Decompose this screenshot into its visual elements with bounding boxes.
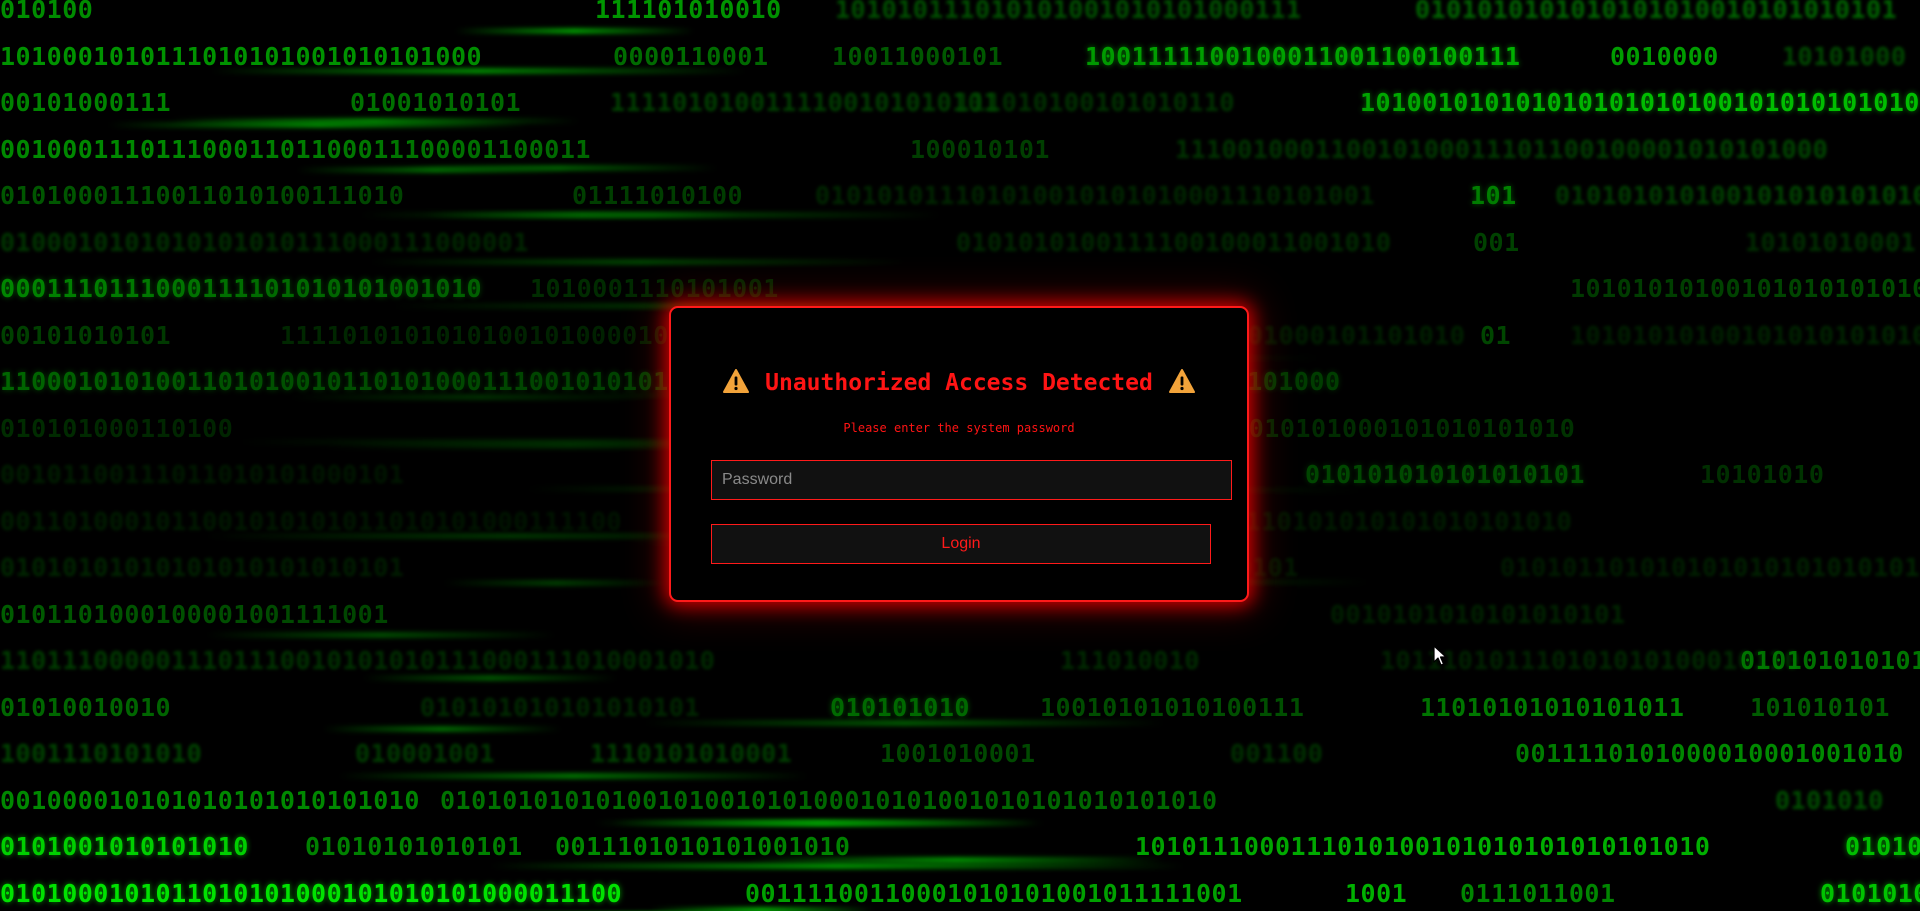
binary-text: 101 [1470,181,1517,210]
binary-text: 010101 [1845,832,1920,861]
binary-row: 00100011101110001101100011100001100011 10… [0,130,1920,170]
green-streak [323,725,561,732]
green-streak [649,906,874,911]
binary-row: 1101110000011101110010101010111000111010… [0,641,1920,681]
mouse-cursor-icon [1433,645,1449,667]
binary-row: 1001110101010 010001001 1110101010001 10010… [0,734,1920,774]
binary-text: 10101010100101010101010 [1570,320,1920,350]
green-streak [363,675,617,681]
binary-text: 0101010101010010100101010001010100101010… [440,785,1218,815]
binary-text: 0010000 [1610,41,1719,71]
green-streak [170,118,579,124]
binary-text: 0100010101010101010111000111000001 [0,227,529,257]
binary-text: 01010010010 [0,692,172,722]
binary-text: 0101000101011010101000101010101000011100 [0,878,623,908]
warning-triangle-icon [723,369,750,393]
binary-text: 01010101010101010101010101 [0,553,405,582]
binary-text: 001000010101010101010101010 [0,785,420,815]
green-streak [291,394,669,400]
binary-text: 001100 [1230,739,1324,768]
binary-text: 11010101010101011 [1420,692,1685,722]
binary-text: 00100011101110001101100011100001100011 [0,134,591,164]
binary-text: 111010010 [1060,646,1200,675]
binary-text: 0101010101001010101010101 [1555,181,1920,210]
dialog-subtitle: Please enter the system password [843,421,1075,435]
binary-row: 00101000111 01001010101 111101010011110010… [0,83,1920,123]
binary-text: 010101011101010010101010001110101001 [815,181,1375,210]
binary-text: 10101010100101010101010101 [1570,274,1920,303]
green-streak [211,67,746,74]
binary-text: 1010111000111010100101010101010101010 [1135,832,1711,861]
binary-text: 00101010101 [0,320,172,350]
login-button[interactable]: Login [711,524,1211,564]
binary-text: 1110101010101010101010 [1230,506,1573,536]
binary-text: 00101000111 [0,88,172,117]
green-streak [444,580,670,586]
binary-text: 00101100111011010101000101 [0,460,405,489]
binary-text: 10011000101 [832,41,1004,71]
binary-text: 01 [1480,320,1512,350]
green-streak [490,863,1184,869]
binary-text: 111010100101010110 [955,88,1235,117]
binary-text: 100010101 [910,134,1050,164]
green-streak [645,719,1164,726]
binary-text: 1001110101010 [0,739,203,768]
green-streak [746,857,1166,863]
binary-row: 0100010101010101010111000111000001 010101… [0,223,1920,263]
binary-text: 01001010101 [350,88,522,117]
binary-text: 0101001010101010 [0,832,249,861]
binary-text: 1001 [1345,878,1408,908]
binary-text: 01010001110011010100111010 [0,181,405,210]
binary-text: 001 [1473,227,1520,257]
green-streak [207,631,555,638]
binary-text: 0101101000100001001111001 [0,599,389,629]
binary-text: 010101000110100 [0,413,234,443]
binary-text: 1001111100100011001100100111 [1085,41,1521,71]
binary-text: 1110101010001 [590,739,793,768]
green-streak [371,258,911,265]
access-dialog: Unauthorized Access Detected Please ente… [669,306,1249,602]
binary-text: 10101010 [1700,460,1825,489]
binary-text: 101010101 [1750,692,1890,722]
binary-row: 0101000101011010101000101010101000011100… [0,874,1920,911]
dialog-title-text: Unauthorized Access Detected [765,370,1153,396]
warning-triangle-icon [1168,369,1195,393]
green-streak [610,819,1039,826]
binary-text: 1110010001100101000111011001000010101010… [1175,134,1829,164]
binary-text: 0101010101010101010010101010101 [1415,0,1898,24]
binary-text: 010101000 [1820,878,1920,908]
green-streak [361,212,940,218]
binary-text: 111101010010 [595,0,782,24]
binary-text: 0010101010101010101 [1330,599,1626,629]
binary-text: 010101010101010101001010101010 [1740,646,1920,675]
password-input[interactable] [711,460,1232,500]
binary-text: 1111010100111100101010101 [610,88,999,117]
binary-text: 101001010101010101010100101010101010 [1360,88,1920,117]
binary-text: 010001001 [355,739,495,768]
binary-text: 010101101010101010101010101 [1500,553,1920,582]
binary-text: 0111011001 [1460,878,1616,908]
binary-text: 1001010001 [880,739,1036,768]
green-streak [297,166,573,173]
binary-row: 001000010101010101010101010 0101010101010… [0,781,1920,821]
green-streak [455,28,694,34]
binary-text: 001000101101010 [1232,320,1466,350]
binary-text: 0101010100111100100011001010 [956,227,1392,257]
binary-text: 01111010100 [572,181,744,210]
binary-text: 00111100110001010101001011111001 [745,878,1243,908]
binary-text: 010100 [0,0,94,24]
binary-text: 10101010001 [1745,227,1917,257]
binary-text: 0011110101000010001001010 [1515,739,1904,768]
dialog-title: Unauthorized Access Detected [671,368,1247,398]
binary-text: 0101010 [1775,785,1884,815]
binary-text: 101010111010101001010101000111 [835,0,1302,24]
binary-row: 010100 111101010010 1010101110101010010101… [0,0,1920,30]
binary-row: 01010001110011010100111010 01111010100 010… [0,176,1920,216]
binary-text: 01010101010101 [305,832,523,861]
binary-text: 10101000 [1782,41,1907,71]
green-streak [339,773,808,779]
